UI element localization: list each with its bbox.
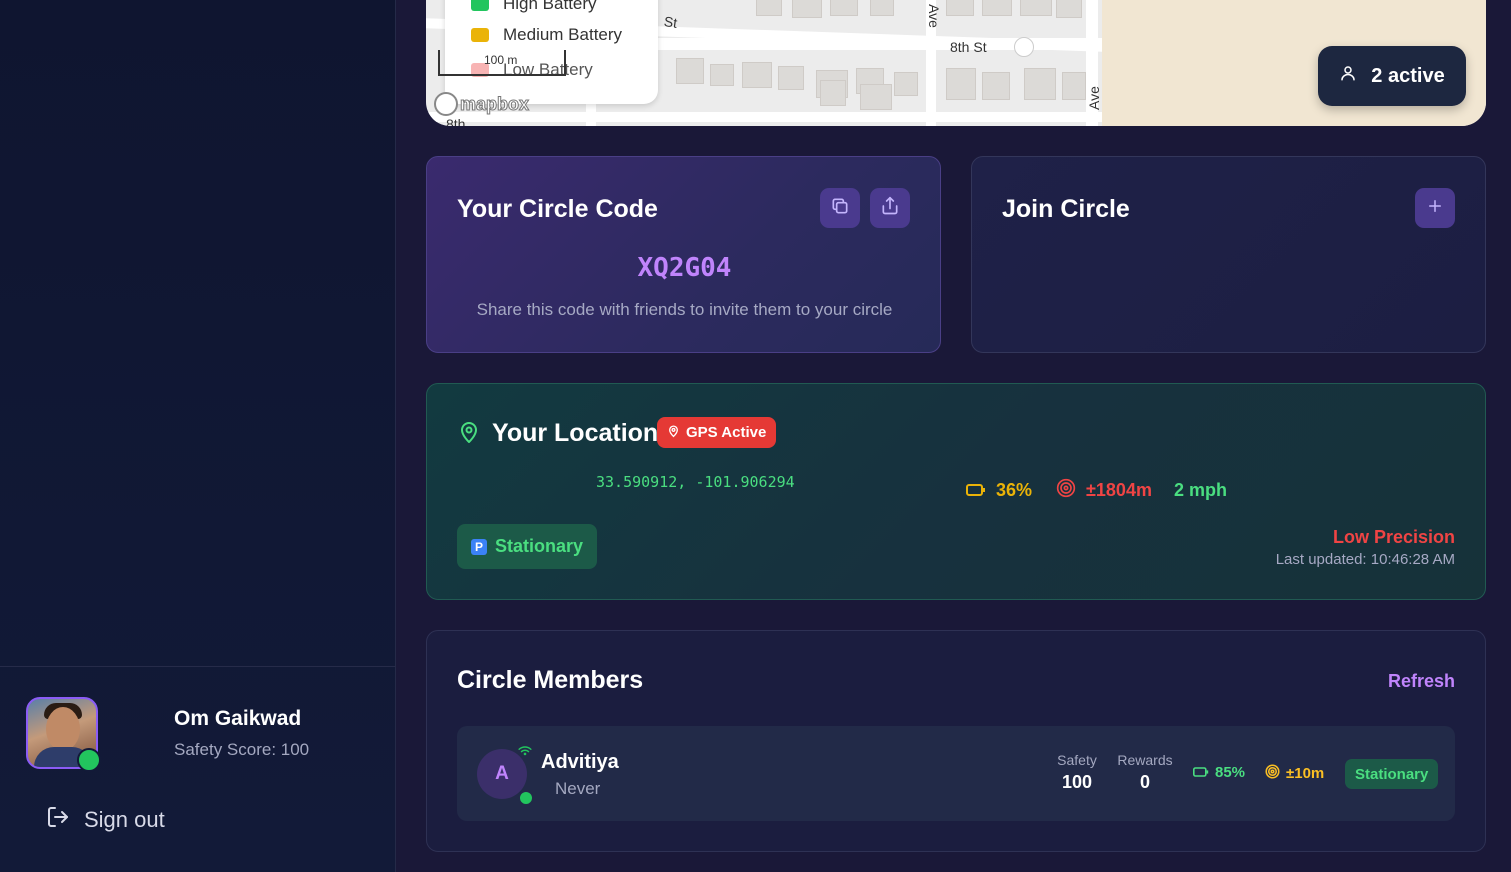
wifi-icon: [518, 743, 532, 761]
map-pin-icon: [667, 424, 680, 442]
user-online-indicator: [77, 748, 101, 772]
circle-code-hint: Share this code with friends to invite t…: [476, 300, 893, 319]
battery-level: 36%: [996, 480, 1033, 500]
target-icon: [1265, 764, 1280, 783]
refresh-button[interactable]: Refresh: [1388, 671, 1455, 692]
member-rewards-stat: Rewards 0: [1115, 752, 1175, 793]
stat-value: 0: [1139, 772, 1150, 792]
your-location-card: Your Location GPS Active 33.590912, -101…: [426, 383, 1486, 600]
accuracy-value: ±1804m: [1086, 480, 1152, 500]
map-street-label: 8th: [446, 116, 466, 126]
active-members-pill[interactable]: 2 active: [1318, 46, 1466, 106]
share-icon: [880, 196, 900, 221]
legend-swatch: [471, 28, 489, 42]
map-scale-label: 100 m: [484, 53, 518, 67]
map-street-label: St: [662, 13, 679, 31]
member-accuracy-value: ±10m: [1286, 765, 1325, 782]
sign-out-button[interactable]: Sign out: [46, 805, 165, 834]
stat-label: Rewards: [1117, 752, 1173, 768]
legend-swatch: [471, 0, 489, 11]
target-icon: [1056, 478, 1076, 503]
member-last-seen: Never: [555, 779, 601, 798]
legend-item-high-battery: High Battery: [471, 0, 597, 14]
member-accuracy: ±10m: [1265, 764, 1324, 783]
sign-out-label: Sign out: [84, 806, 165, 832]
user-name: Om Gaikwad: [174, 707, 302, 730]
member-status-badge: Stationary: [1345, 759, 1439, 789]
member-safety-stat: Safety 100: [1055, 752, 1099, 793]
plus-icon: [1426, 197, 1444, 220]
member-name: Advitiya: [541, 751, 619, 773]
map-street-label: 8th St: [950, 39, 987, 55]
join-circle-title: Join Circle: [1002, 195, 1130, 223]
legend-label: High Battery: [503, 0, 597, 13]
member-battery-value: 85%: [1215, 764, 1246, 781]
parking-icon: P: [470, 538, 487, 555]
join-circle-button[interactable]: [1415, 188, 1455, 228]
battery-icon: [966, 480, 986, 501]
share-code-button[interactable]: [870, 188, 910, 228]
last-updated: Last updated: 10:46:28 AM: [1275, 551, 1455, 568]
circle-code-title: Your Circle Code: [457, 195, 658, 223]
user-icon: [1339, 63, 1357, 89]
join-circle-card: Join Circle: [971, 156, 1486, 353]
circle-members-title: Circle Members: [457, 666, 644, 694]
location-metrics: 36% ±1804m 2 mph: [966, 478, 1227, 503]
sidebar-divider: [0, 666, 395, 667]
mapbox-logo[interactable]: mapbox: [434, 92, 530, 116]
logout-icon: [46, 805, 70, 834]
active-count: 2 active: [1371, 64, 1445, 87]
stat-label: Safety: [1057, 752, 1097, 768]
legend-item-medium-battery: Medium Battery: [471, 25, 622, 45]
battery-icon: [1193, 764, 1209, 781]
member-row[interactable]: A Advitiya Never Safety 100 Rewards 0 85…: [457, 726, 1455, 821]
member-online-indicator: [518, 790, 534, 806]
motion-status-label: Stationary: [494, 536, 584, 556]
location-coordinates: 33.590912, -101.906294: [596, 473, 795, 491]
stat-value: 100: [1061, 772, 1093, 792]
map-street-label: Ave: [925, 4, 942, 28]
circle-members-card: Circle Members Refresh A Advitiya Never …: [426, 630, 1486, 852]
map-pin-icon: [457, 419, 481, 450]
gps-status-badge: GPS Active: [657, 417, 777, 448]
speed-value: 2 mph: [1173, 480, 1227, 500]
your-location-title: Your Location: [492, 419, 659, 447]
circle-code-value[interactable]: XQ2G04: [427, 253, 942, 283]
mapbox-logo-text: mapbox: [459, 93, 530, 114]
member-battery: 85%: [1193, 764, 1245, 781]
map-street-label: Ave: [1085, 86, 1102, 110]
copy-code-button[interactable]: [820, 188, 860, 228]
user-safety-score: Safety Score: 100: [174, 740, 310, 759]
precision-label: Low Precision: [1332, 527, 1455, 547]
motion-status-button[interactable]: P Stationary: [457, 524, 597, 569]
legend-label: Medium Battery: [503, 25, 623, 44]
circle-code-card: Your Circle Code XQ2G04 Share this code …: [426, 156, 941, 353]
gps-status-label: GPS Active: [686, 424, 767, 441]
copy-icon: [830, 196, 850, 221]
